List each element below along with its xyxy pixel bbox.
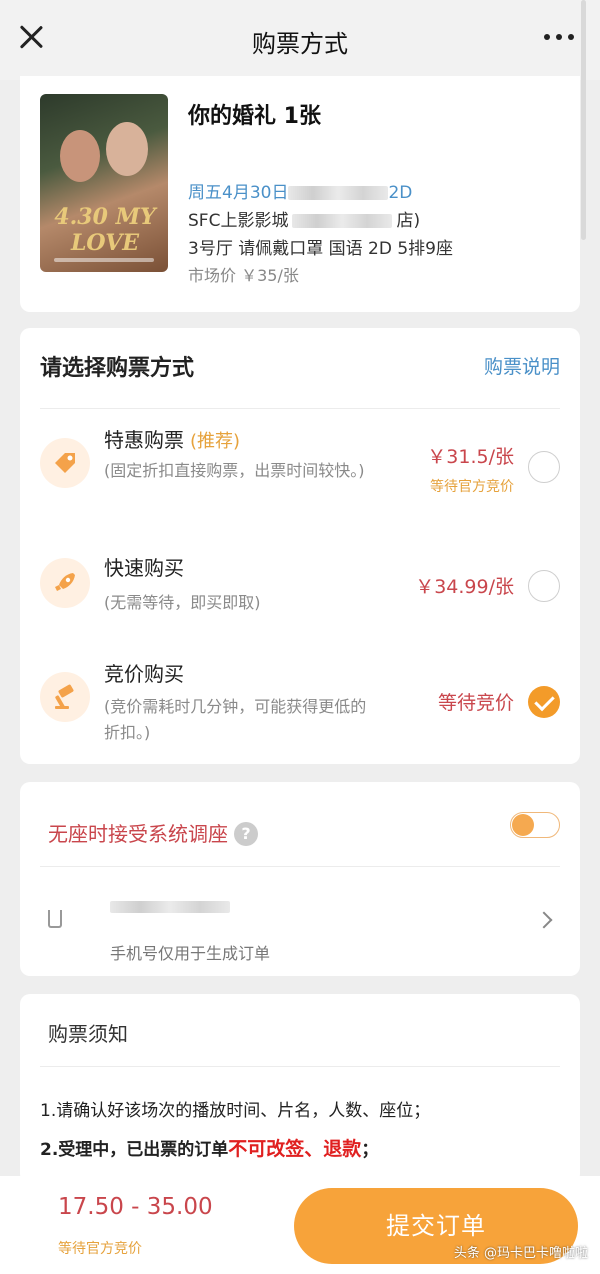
option-name: 特惠购票 (推荐) <box>104 424 240 453</box>
rocket-icon <box>40 558 90 608</box>
seat-adjust-text: 无座时接受系统调座 <box>48 822 228 846</box>
phone-icon <box>48 910 62 928</box>
showtime: 周五4月30日 2D <box>188 178 412 203</box>
purchase-notice-card: 购票须知 1.请确认好该场次的播放时间、片名，人数、座位； 2.受理中，已出票的… <box>20 994 580 1184</box>
notice-title: 购票须知 <box>48 1022 128 1046</box>
purchase-method-card: 请选择购票方式 购票说明 特惠购票 (推荐) (固定折扣直接购票，出票时间较快。)… <box>20 328 580 764</box>
market-price: 市场价 ￥35/张 <box>188 266 299 285</box>
option-desc: (竞价需耗时几分钟，可能获得更低的折扣。) <box>104 697 367 742</box>
cinema-suffix: 店) <box>396 211 421 231</box>
cinema-name: SFC上影影城 店) <box>188 206 420 231</box>
option-radio[interactable] <box>528 570 560 602</box>
price-range: 17.50 - 35.00 <box>58 1194 213 1220</box>
option-price: ￥31.5/张 <box>427 446 514 468</box>
price-status: 等待官方竞价 <box>58 1241 142 1257</box>
seat-adjust-toggle[interactable] <box>510 812 560 838</box>
showtime-format: 2D <box>388 183 413 203</box>
movie-info-card: 4.30 MY LOVE 你的婚礼 1张 周五4月30日 2D SFC上影影城 店)… <box>20 76 580 312</box>
option-name: 快速购买 <box>104 556 184 580</box>
toggle-knob <box>512 814 534 836</box>
phone-hint: 手机号仅用于生成订单 <box>110 944 271 963</box>
notice-line-2-suffix: ； <box>361 1140 379 1160</box>
blurred-cinema <box>292 214 393 228</box>
option-price: 等待竞价 <box>437 692 514 714</box>
notice-warning: 不可改签、退款 <box>228 1138 362 1160</box>
help-icon[interactable]: ? <box>234 822 258 846</box>
phone-row[interactable]: 手机号仅用于生成订单 <box>20 868 580 976</box>
purchase-help-link[interactable]: 购票说明 <box>484 352 560 379</box>
option-discount[interactable]: 特惠购票 (推荐) (固定折扣直接购票，出票时间较快。) ￥31.5/张 等待官方… <box>20 418 580 528</box>
notice-line-1: 1.请确认好该场次的播放时间、片名，人数、座位； <box>40 1101 431 1121</box>
option-radio-selected[interactable] <box>528 686 560 718</box>
cinema-prefix: SFC上影影城 <box>188 211 289 231</box>
page-title: 购票方式 <box>252 30 348 58</box>
option-price: ￥34.99/张 <box>415 576 514 598</box>
seat-phone-card: 无座时接受系统调座? 手机号仅用于生成订单 <box>20 782 580 976</box>
notice-line-2: 2.受理中，已出票的订单不可改签、退款； <box>40 1134 378 1161</box>
option-fast[interactable]: 快速购买 (无需等待，即买即取) ￥34.99/张 <box>20 546 580 656</box>
gavel-icon <box>40 672 90 722</box>
divider <box>40 408 560 409</box>
watermark: 头条 @玛卡巴卡噜啦啦 <box>453 1246 588 1261</box>
recommend-tag: (推荐) <box>190 431 241 452</box>
showtime-date: 周五4月30日 <box>188 183 289 203</box>
bottom-bar: 17.50 - 35.00 等待官方竞价 提交订单 头条 @玛卡巴卡噜啦啦 <box>0 1176 600 1274</box>
option-label: 特惠购票 <box>104 428 184 452</box>
blurred-phone <box>110 900 230 913</box>
option-name: 竞价购买 <box>104 662 184 686</box>
option-desc: (无需等待，即买即取) <box>104 593 261 612</box>
divider <box>40 866 560 867</box>
notice-line-2-prefix: 2.受理中，已出票的订单 <box>40 1140 229 1160</box>
chevron-right-icon[interactable] <box>535 911 553 929</box>
top-bar: 购票方式 <box>0 0 600 80</box>
scrollbar[interactable] <box>581 0 586 240</box>
hall-seat-info: 3号厅 请佩戴口罩 国语 2D 5排9座 <box>188 239 453 259</box>
phone-number <box>110 896 230 915</box>
section-title: 请选择购票方式 <box>40 356 195 381</box>
divider <box>40 1066 560 1067</box>
option-price-note: 等待官方竞价 <box>430 479 514 495</box>
tag-icon <box>40 438 90 488</box>
poster-title: 4.30 MY LOVE <box>54 204 156 256</box>
seat-adjust-label: 无座时接受系统调座? <box>48 818 258 847</box>
movie-poster: 4.30 MY LOVE <box>40 94 168 272</box>
blurred-time <box>288 186 389 200</box>
option-bid[interactable]: 竞价购买 (竞价需耗时几分钟，可能获得更低的折扣。) 等待竞价 <box>20 656 580 766</box>
option-radio[interactable] <box>528 451 560 483</box>
more-options-icon[interactable] <box>544 34 574 40</box>
option-desc: (固定折扣直接购票，出票时间较快。) <box>104 461 365 480</box>
movie-title: 你的婚礼 1张 <box>188 104 321 129</box>
